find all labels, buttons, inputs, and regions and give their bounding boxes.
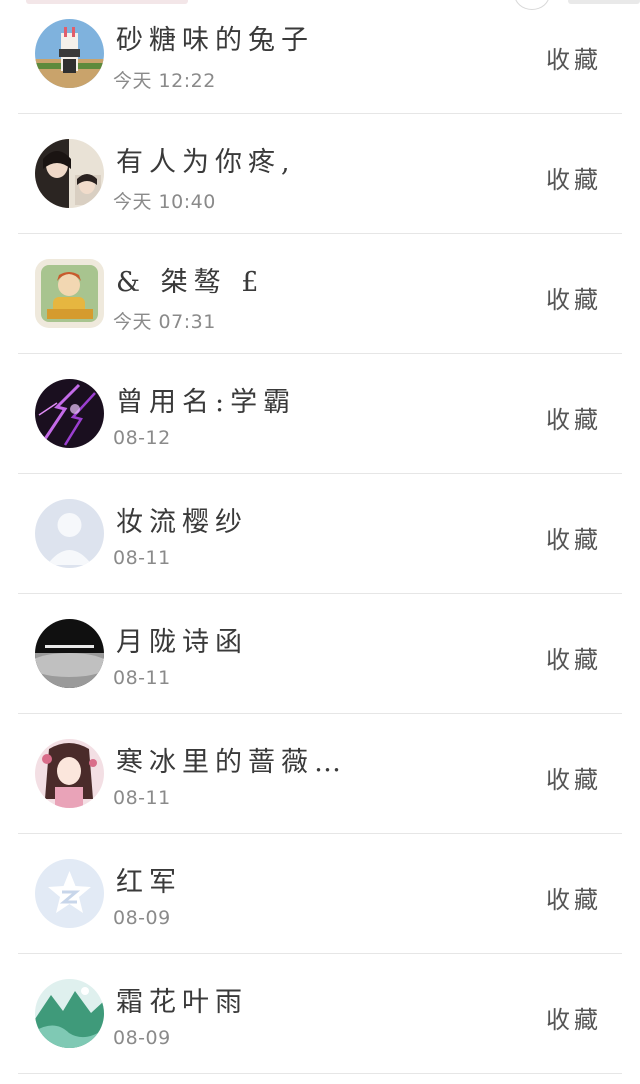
avatar[interactable] bbox=[35, 499, 104, 568]
visit-time: 今天 10:40 bbox=[113, 191, 216, 213]
visit-time: 今天 12:22 bbox=[113, 70, 216, 92]
list-item[interactable]: 月陇诗函 08-11 收藏 bbox=[18, 594, 622, 714]
contact-name: 月陇诗函 bbox=[116, 627, 248, 658]
contact-name: 砂糖味的兔子 bbox=[116, 25, 314, 56]
list-item[interactable]: & 桀骜 £ 今天 07:31 收藏 bbox=[18, 234, 622, 354]
contact-name: 有人为你疼, bbox=[116, 147, 296, 178]
favorite-button[interactable]: 收藏 bbox=[546, 880, 602, 915]
visit-time: 今天 07:31 bbox=[113, 311, 216, 333]
visit-time: 08-09 bbox=[113, 1027, 171, 1049]
avatar[interactable] bbox=[35, 259, 104, 328]
visitor-list: 砂糖味的兔子 今天 12:22 收藏 有人为你疼, 今天 10:40 收藏 & … bbox=[18, 0, 622, 1074]
avatar[interactable] bbox=[35, 739, 104, 808]
avatar[interactable] bbox=[35, 979, 104, 1048]
favorite-button[interactable]: 收藏 bbox=[546, 400, 602, 435]
contact-name: 妆流樱纱 bbox=[116, 507, 248, 538]
visit-time: 08-12 bbox=[113, 427, 171, 449]
list-item[interactable]: 寒冰里的蔷薇… 08-11 收藏 bbox=[18, 714, 622, 834]
list-item[interactable]: 砂糖味的兔子 今天 12:22 收藏 bbox=[18, 0, 622, 114]
favorite-button[interactable]: 收藏 bbox=[546, 160, 602, 195]
favorite-button[interactable]: 收藏 bbox=[546, 40, 602, 75]
favorite-button[interactable]: 收藏 bbox=[546, 1000, 602, 1035]
contact-name: 红军 bbox=[116, 867, 182, 898]
favorite-button[interactable]: 收藏 bbox=[546, 640, 602, 675]
contact-name: & 桀骜 £ bbox=[116, 267, 265, 298]
avatar[interactable] bbox=[35, 139, 104, 208]
contact-name: 霜花叶雨 bbox=[116, 987, 248, 1018]
visit-time: 08-11 bbox=[113, 787, 171, 809]
favorite-button[interactable]: 收藏 bbox=[546, 760, 602, 795]
visit-time: 08-11 bbox=[113, 667, 171, 689]
avatar[interactable] bbox=[35, 859, 104, 928]
contact-name: 曾用名:学霸 bbox=[116, 387, 297, 418]
list-item[interactable]: 红军 08-09 收藏 bbox=[18, 834, 622, 954]
avatar[interactable] bbox=[35, 379, 104, 448]
list-item[interactable]: 有人为你疼, 今天 10:40 收藏 bbox=[18, 114, 622, 234]
visit-time: 08-11 bbox=[113, 547, 171, 569]
list-item[interactable]: 霜花叶雨 08-09 收藏 bbox=[18, 954, 622, 1074]
avatar[interactable] bbox=[35, 619, 104, 688]
visit-time: 08-09 bbox=[113, 907, 171, 929]
avatar[interactable] bbox=[35, 19, 104, 88]
list-item[interactable]: 曾用名:学霸 08-12 收藏 bbox=[18, 354, 622, 474]
favorite-button[interactable]: 收藏 bbox=[546, 520, 602, 555]
favorite-button[interactable]: 收藏 bbox=[546, 280, 602, 315]
list-item[interactable]: 妆流樱纱 08-11 收藏 bbox=[18, 474, 622, 594]
contact-name: 寒冰里的蔷薇… bbox=[116, 747, 347, 778]
